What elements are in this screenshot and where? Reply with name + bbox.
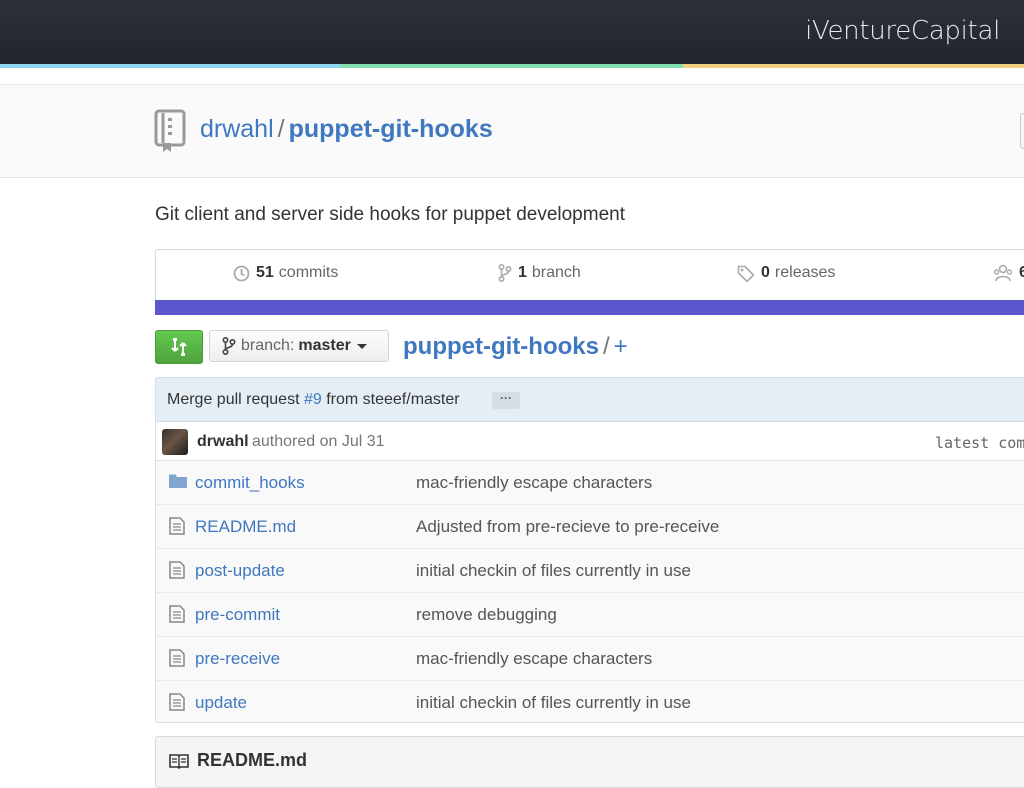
file-name-link[interactable]: update [195, 693, 247, 713]
file-name-link[interactable]: commit_hooks [195, 473, 305, 493]
commit-message[interactable]: Merge pull request #9 from steeef/master [167, 391, 460, 409]
new-file-link[interactable]: + [614, 333, 628, 360]
branch-count: 1 [518, 264, 527, 281]
branch-select-value: master [298, 337, 351, 354]
breadcrumb: puppet-git-hooks / + [403, 333, 628, 361]
file-commit-message[interactable]: remove debugging [416, 605, 557, 625]
color-strip [0, 64, 1024, 68]
contributors-count-link[interactable]: 6 [993, 264, 1024, 282]
file-commit-message[interactable]: initial checkin of files currently in us… [416, 561, 691, 581]
file-row: post-update initial checkin of files cur… [156, 548, 1024, 592]
repo-title: drwahl / puppet-git-hooks [200, 114, 493, 144]
commits-count: 51 [256, 264, 274, 281]
repo-action-button[interactable] [1020, 113, 1024, 149]
compare-button[interactable] [155, 330, 203, 364]
releases-label: releases [774, 264, 836, 281]
repo-header: drwahl / puppet-git-hooks [0, 84, 1024, 178]
file-browser: Merge pull request #9 from steeef/master… [155, 377, 1024, 723]
branch-select-label: branch: [241, 337, 295, 354]
file-icon [169, 693, 185, 716]
commit-message-prefix: Merge pull request [167, 391, 300, 408]
strip-segment-green [341, 64, 683, 68]
brand-logo-text: iVentureCapital [805, 16, 1000, 46]
branch-select-button[interactable]: branch: master [209, 330, 389, 362]
file-row: README.md Adjusted from pre-recieve to p… [156, 504, 1024, 548]
file-name-link[interactable]: post-update [195, 561, 285, 581]
expand-commit-button[interactable]: ··· [492, 392, 520, 409]
file-commit-message[interactable]: Adjusted from pre-recieve to pre-receive [416, 517, 719, 537]
file-commit-message[interactable]: initial checkin of files currently in us… [416, 693, 691, 713]
contributors-icon [993, 264, 1013, 282]
folder-icon [169, 473, 187, 494]
history-icon [233, 265, 250, 281]
file-name-link[interactable]: README.md [195, 517, 296, 537]
repo-owner-link[interactable]: drwahl [200, 115, 274, 143]
compare-arrows-icon [171, 338, 187, 356]
strip-segment-yellow [682, 64, 1024, 68]
branch-label: branch [531, 264, 581, 281]
commit-authored-date: authored on Jul 31 [252, 433, 385, 450]
file-row: pre-receive mac-friendly escape characte… [156, 636, 1024, 680]
top-banner: iVentureCapital [0, 0, 1024, 64]
commit-tease: Merge pull request #9 from steeef/master… [156, 378, 1024, 422]
branch-icon [498, 264, 512, 282]
file-icon [169, 605, 185, 628]
commit-message-suffix: from steeef/master [326, 391, 460, 408]
file-commit-message[interactable]: mac-friendly escape characters [416, 649, 652, 669]
commits-count-link[interactable]: 51 commits [233, 264, 338, 282]
contributors-count: 6 [1019, 264, 1024, 281]
readme-panel: README.md [155, 736, 1024, 788]
strip-segment-blue [0, 64, 342, 68]
tag-icon [737, 265, 755, 282]
branch-icon [222, 337, 236, 355]
book-icon [169, 753, 189, 769]
file-icon [169, 561, 185, 584]
repo-description: Git client and server side hooks for pup… [155, 204, 625, 225]
repo-book-icon [154, 109, 188, 158]
releases-count-link[interactable]: 0 releases [737, 264, 835, 282]
commit-author-link[interactable]: drwahl [197, 433, 249, 451]
commit-meta: drwahl authored on Jul 31 latest commit [156, 422, 1024, 461]
file-name-link[interactable]: pre-receive [195, 649, 280, 669]
releases-count: 0 [761, 264, 770, 281]
breadcrumb-root-link[interactable]: puppet-git-hooks [403, 333, 599, 360]
latest-commit-label: latest commit [935, 434, 1024, 452]
file-row: commit_hooks mac-friendly escape charact… [156, 461, 1024, 504]
file-name-link[interactable]: pre-commit [195, 605, 280, 625]
file-row: update initial checkin of files currentl… [156, 680, 1024, 722]
chevron-down-icon [356, 343, 367, 349]
pull-request-link[interactable]: #9 [304, 391, 322, 408]
file-icon [169, 517, 185, 540]
breadcrumb-separator: / [602, 333, 610, 360]
repo-name-link[interactable]: puppet-git-hooks [289, 115, 493, 143]
file-icon [169, 649, 185, 672]
file-commit-message[interactable]: mac-friendly escape characters [416, 473, 652, 493]
file-row: pre-commit remove debugging [156, 592, 1024, 636]
commits-label: commits [278, 264, 339, 281]
language-bar[interactable] [155, 300, 1024, 315]
repo-title-separator: / [277, 115, 285, 143]
numbers-summary: 51 commits 1 branch 0 releases 6 [155, 249, 1024, 300]
avatar[interactable] [162, 429, 188, 455]
branch-count-link[interactable]: 1 branch [498, 264, 581, 282]
